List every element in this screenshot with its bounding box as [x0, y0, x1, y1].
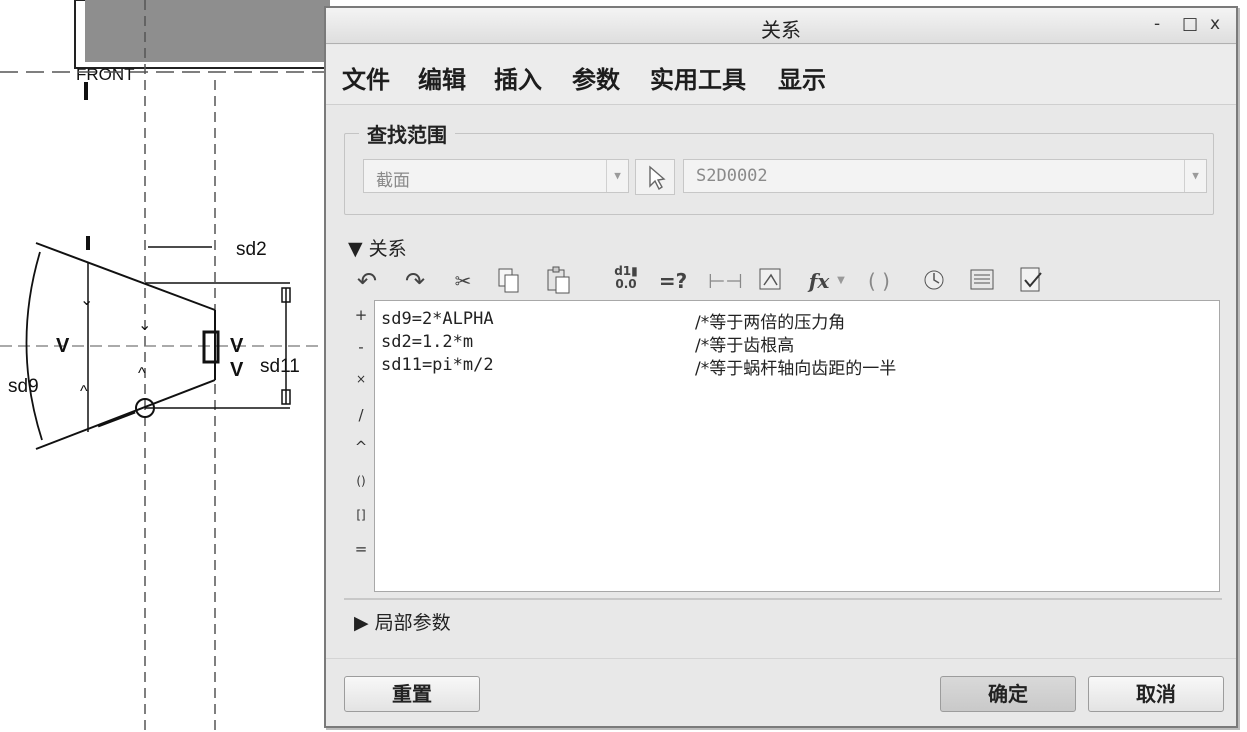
verify-icon[interactable]	[1016, 265, 1046, 297]
sd9-dimension[interactable]: sd9	[8, 376, 39, 397]
sd11-dimension[interactable]: sd11	[260, 356, 300, 377]
relation-line-2: sd2=1.2*m	[381, 332, 474, 352]
relation-line-3: sd11=pi*m/2	[381, 355, 494, 375]
close-button[interactable]: x	[1210, 14, 1220, 34]
op-divide[interactable]: /	[348, 406, 374, 424]
chevron-down-icon: ▼	[606, 160, 628, 192]
brackets-icon[interactable]: ( )	[864, 265, 894, 297]
front-label: FRONT	[76, 65, 135, 84]
sort-icon[interactable]	[920, 265, 950, 297]
relations-section-header[interactable]: ▼ 关系	[348, 234, 407, 261]
op-parentheses[interactable]: ()	[348, 474, 374, 488]
vertical-constraint-3: V	[230, 359, 244, 381]
expand-triangle-icon: ▶	[354, 612, 375, 634]
relation-line-1: sd9=2*ALPHA	[381, 309, 494, 329]
paste-icon[interactable]	[542, 265, 576, 297]
dimension-icon[interactable]: ⊢⊣	[708, 265, 743, 297]
chevron-up-mark-2: ^	[80, 383, 88, 400]
evaluate-icon[interactable]: =?	[658, 265, 688, 297]
menu-bar: 文件 编辑 插入 参数 实用工具 显示	[326, 45, 1236, 105]
op-multiply[interactable]: ×	[348, 372, 374, 386]
relation-comment-2: /*等于齿根高	[695, 336, 795, 356]
scope-select[interactable]: 截面 ▼	[363, 159, 629, 193]
vertical-constraint-1: V	[56, 335, 70, 357]
relations-editor[interactable]: sd9=2*ALPHA /*等于两倍的压力角 sd2=1.2*m /*等于齿根高…	[374, 300, 1220, 592]
profile-top-edge	[35, 242, 216, 311]
function-icon[interactable]: fx	[804, 265, 834, 297]
collapse-triangle-icon: ▼	[348, 238, 369, 260]
menu-file[interactable]: 文件	[342, 60, 390, 95]
units-icon[interactable]	[756, 265, 786, 297]
vertical-constraint-2: V	[230, 335, 244, 357]
chevron-down-mark: ⌄	[138, 317, 151, 334]
search-scope-legend: 查找范围	[359, 119, 455, 148]
sd2-dimension[interactable]: sd2	[236, 239, 267, 260]
cancel-button[interactable]: 取消	[1088, 676, 1224, 712]
workspace: FRONT sd9 sd2 sd11 V V V ⌄ ^ ⌄ ^ 关系 - □ …	[0, 0, 1247, 732]
menu-display[interactable]: 显示	[778, 60, 826, 95]
op-plus[interactable]: +	[348, 306, 374, 324]
reset-button[interactable]: 重置	[344, 676, 480, 712]
op-brackets[interactable]: []	[348, 508, 374, 522]
cut-icon[interactable]: ✂	[448, 265, 478, 297]
section-divider	[344, 598, 1222, 600]
select-pick-button[interactable]	[635, 159, 675, 195]
minimize-button[interactable]: -	[1154, 14, 1160, 34]
window-title: 关系	[761, 18, 801, 42]
datum-plane-fill	[85, 0, 330, 62]
target-select-value: S2D0002	[696, 166, 768, 186]
local-params-label: 局部参数	[374, 612, 451, 634]
chevron-down-mark-2: ⌄	[80, 292, 93, 309]
op-equals[interactable]: =	[348, 540, 374, 558]
dim-bottom-label: 0.0	[615, 277, 637, 291]
relation-comment-3: /*等于蜗杆轴向齿距的一半	[695, 359, 897, 379]
chevron-down-icon: ▼	[1184, 160, 1206, 192]
menu-insert[interactable]: 插入	[494, 60, 542, 95]
menu-edit[interactable]: 编辑	[418, 60, 466, 95]
undo-icon[interactable]: ↶	[352, 265, 382, 297]
redo-icon[interactable]: ↷	[400, 265, 430, 297]
relation-comment-1: /*等于两倍的压力角	[695, 313, 846, 333]
menu-utilities[interactable]: 实用工具	[650, 60, 746, 95]
copy-icon[interactable]	[494, 265, 524, 297]
chevron-up-mark: ^	[138, 365, 146, 382]
switch-symbols-icon[interactable]: d1▮ 0.0	[608, 265, 644, 297]
sheet-icon[interactable]	[968, 265, 998, 297]
maximize-button[interactable]: □	[1182, 14, 1198, 34]
search-scope-group: 查找范围 截面 ▼ S2D0002 ▼	[344, 119, 1214, 215]
sketch-canvas[interactable]: FRONT sd9 sd2 sd11 V V V ⌄ ^ ⌄ ^	[0, 0, 330, 732]
scope-select-value: 截面	[376, 171, 410, 191]
chevron-down-icon[interactable]: ▼	[834, 265, 848, 297]
origin-leader	[97, 410, 136, 428]
op-minus[interactable]: -	[348, 338, 374, 356]
footer-divider	[326, 658, 1236, 659]
title-bar[interactable]: 关系 - □ x	[326, 8, 1236, 44]
cursor-arrow-icon	[649, 165, 666, 191]
relations-dialog: 关系 - □ x 文件 编辑 插入 参数 实用工具 显示 查找范围 截面 ▼ S…	[324, 6, 1238, 728]
op-power[interactable]: ^	[348, 438, 374, 456]
dim-top-label: d1	[614, 264, 632, 278]
relations-section-label: 关系	[368, 238, 407, 260]
relations-toolbar: ↶ ↷ ✂ d1▮ 0.0 =? ⊢⊣ fx ▼ ( )	[352, 265, 1052, 299]
target-select[interactable]: S2D0002 ▼	[683, 159, 1207, 193]
menu-parameters[interactable]: 参数	[572, 60, 620, 95]
local-params-header[interactable]: ▶ 局部参数	[354, 608, 451, 635]
ok-button[interactable]: 确定	[940, 676, 1076, 712]
